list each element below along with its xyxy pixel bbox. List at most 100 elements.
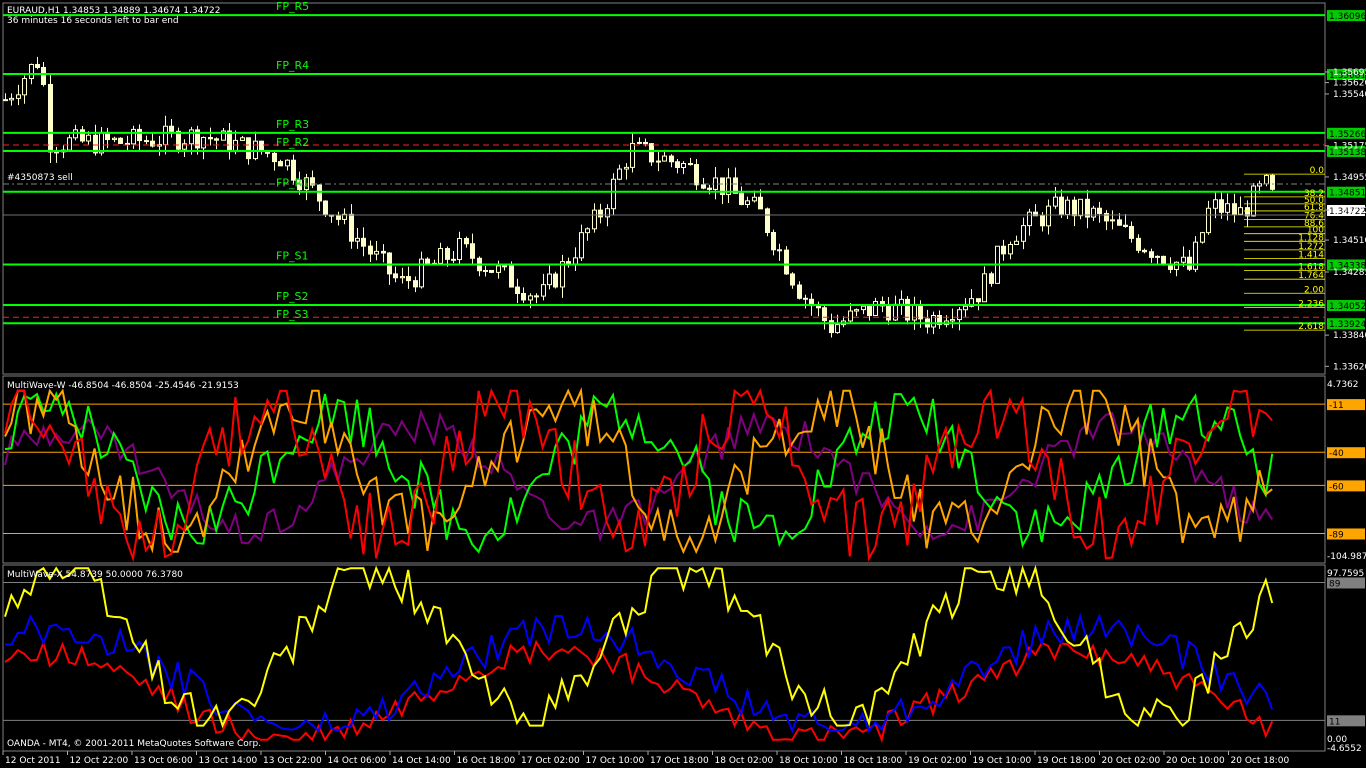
candle-body [579,232,584,259]
candle-body [381,250,386,254]
candle-body [227,130,232,153]
candle-body [528,295,533,301]
candle-body [246,137,251,160]
candle-body [336,215,341,220]
candle-body [48,83,53,153]
candle-body [99,131,104,154]
candle-body [989,273,994,284]
candle-body [393,273,398,279]
time-label: 20 Oct 18:00 [1231,756,1290,766]
bar-timer: 36 minutes 16 seconds left to bar end [7,16,179,26]
candle-body [1129,225,1134,239]
candle-body [822,307,827,322]
candle-body [502,265,507,268]
pivot-label: FP_S1 [276,249,308,262]
multiwave-w-title: MultiWave-W -46.8504 -46.8504 -25.4546 -… [7,381,239,391]
candle-body [963,305,968,311]
candle-body [777,249,782,252]
time-label: 19 Oct 18:00 [1037,756,1096,766]
candle-body [496,265,501,273]
pivot-price-label: 1.34851 [1329,189,1366,199]
candle-body [886,305,891,321]
x-bottom-value2: -4.6552 [1327,744,1362,754]
x-red-line [4,639,1274,744]
candle-body [425,258,430,264]
fib-label: 1.764 [1298,271,1324,281]
time-label: 18 Oct 18:00 [844,756,903,766]
time-label: 12 Oct 2011 [5,756,61,766]
price-tick-label: 1.34955 [1333,173,1366,183]
candle-body [285,159,290,167]
fib-label: 0.0 [1310,166,1325,176]
price-tick-label: 1.35175 [1333,142,1366,152]
candle-body [803,297,808,300]
candle-body [1053,196,1058,207]
time-label: 16 Oct 18:00 [457,756,516,766]
candle-body [253,140,258,160]
candle-body [637,141,642,144]
candle-body [758,196,763,210]
pivot-label: FP_R5 [276,0,309,13]
candle-body [406,276,411,282]
candle-body [630,142,635,168]
candle-body [617,168,622,180]
candle-body [541,284,546,297]
candle-body [976,298,981,303]
candle-body [982,273,987,303]
candle-body [797,284,802,299]
pivot-price-label: 1.35266 [1329,130,1366,140]
candle-body [624,166,629,170]
x-level-label: 11 [1329,717,1340,727]
candle-body [419,258,424,288]
w-level-label: -89 [1329,530,1344,540]
candle-body [1117,219,1122,226]
time-label: 20 Oct 02:00 [1102,756,1161,766]
candle-body [80,129,85,142]
candle-body [1200,232,1205,243]
candle-body [1046,205,1051,227]
candle-body [1142,249,1147,253]
candle-body [1123,224,1128,227]
candle-body [1078,198,1083,217]
candle-body [272,152,277,163]
price-tick-label: 1.34285 [1333,268,1366,278]
candle-body [1014,240,1019,245]
time-label: 17 Oct 18:00 [650,756,709,766]
candle-body [464,238,469,245]
candle-body [1174,261,1179,270]
candle-body [1021,225,1026,242]
candle-body [355,237,360,242]
candle-body [483,269,488,272]
candle-body [1161,255,1166,265]
price-tick-label: 1.33620 [1333,362,1366,372]
x-level-label: 89 [1329,579,1341,589]
x-top-value: 97.7595 [1327,569,1364,579]
candle-body [1219,199,1224,213]
price-candles [3,56,1275,338]
candle-body [1027,211,1032,227]
candle-body [605,208,610,218]
candle-body [438,248,443,264]
candle-body [451,258,456,261]
candle-body [208,137,213,140]
candle-body [1059,196,1064,216]
time-label: 13 Oct 22:00 [263,756,322,766]
pivot-label: FP_S3 [276,308,308,321]
candle-body [752,196,757,202]
candle-body [317,184,322,202]
candle-body [553,273,558,288]
time-label: 17 Oct 02:00 [521,756,580,766]
price-tick-label: 1.33840 [1333,331,1366,341]
candle-body [1072,199,1077,217]
candle-body [790,273,795,286]
candle-body [125,142,130,145]
candle-body [701,184,706,189]
candle-body [374,250,379,255]
candle-body [509,265,514,288]
candle-body [86,134,91,142]
candle-body [745,200,750,205]
candle-body [35,63,40,68]
candle-body [176,130,181,150]
candle-body [54,151,59,154]
main-panel-frame [2,2,1326,375]
